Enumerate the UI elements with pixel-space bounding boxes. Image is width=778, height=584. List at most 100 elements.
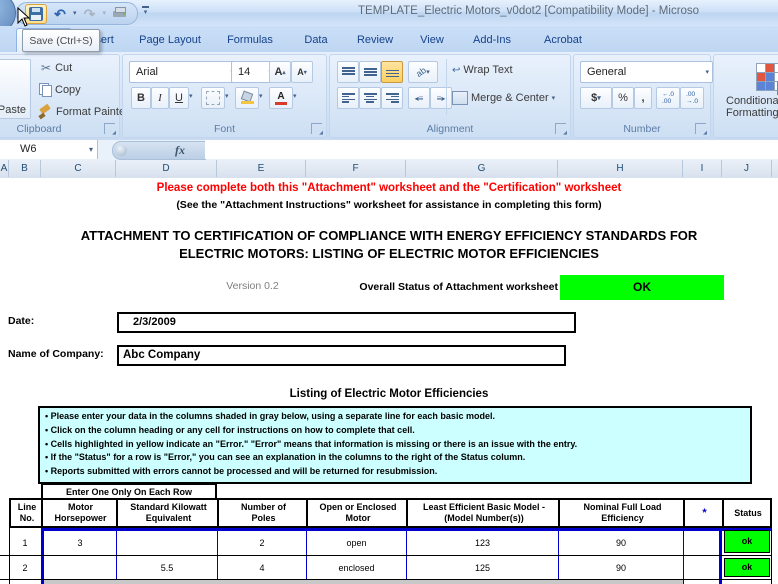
header-basic-model[interactable]: Least Efficient Basic Model - (Model Num… [408, 500, 560, 526]
header-motor-horsepower[interactable]: Motor Horsepower [43, 500, 118, 526]
number-dialog-launcher[interactable] [695, 123, 706, 134]
column-header-H[interactable]: H [558, 160, 683, 177]
cell-efficiency[interactable]: 90 [559, 538, 683, 548]
font-color-button[interactable]: A [269, 87, 293, 109]
column-header-A[interactable]: A [0, 160, 9, 177]
print-button[interactable] [109, 5, 129, 23]
shrink-font-button[interactable]: A▾ [291, 61, 313, 83]
increase-decimal-button[interactable]: ←.0 .00 [656, 87, 680, 109]
underline-button[interactable]: U [169, 87, 189, 109]
alignment-dialog-launcher[interactable] [555, 123, 566, 134]
wrap-text-button[interactable]: ↩ Wrap Text [452, 64, 513, 76]
header-nominal-efficiency[interactable]: Nominal Full Load Efficiency [560, 500, 685, 526]
fill-color-button[interactable] [235, 87, 259, 109]
decrease-indent-button[interactable]: ◂≡ [408, 87, 430, 109]
tab-data[interactable]: Data [292, 28, 340, 52]
status-cell[interactable]: ok [724, 530, 770, 553]
status-cell[interactable]: ok [724, 558, 770, 577]
column-header-F[interactable]: F [306, 160, 406, 177]
header-number-of-poles[interactable]: Number of Poles [219, 500, 308, 526]
align-right-button[interactable] [381, 87, 403, 109]
cell-open-enclosed[interactable]: enclosed [307, 563, 406, 573]
clipboard-dialog-launcher[interactable] [104, 123, 115, 134]
undo-dropdown[interactable]: ▾ [73, 10, 77, 17]
redo-button[interactable]: ↷ [80, 5, 100, 23]
column-header-G[interactable]: G [406, 160, 558, 177]
tab-page-layout[interactable]: Page Layout [130, 28, 210, 52]
borders-dropdown[interactable]: ▾ [225, 93, 229, 100]
qat-customize-button[interactable]: ▾ [142, 6, 149, 16]
align-top-button[interactable] [337, 61, 359, 83]
column-header-B[interactable]: B [9, 160, 41, 177]
font-color-dropdown[interactable]: ▾ [293, 93, 297, 100]
font-dialog-launcher[interactable] [311, 123, 322, 134]
align-center-icon [364, 93, 377, 103]
tab-view[interactable]: View [410, 28, 454, 52]
column-header-E[interactable]: E [217, 160, 306, 177]
cut-button[interactable]: ✂ Cut [41, 61, 72, 75]
group-number: General ▾ $ ▾ % , ←.0 .00 .00 →.0 Number [573, 54, 711, 138]
increase-indent-button[interactable]: ≡▸ [430, 87, 452, 109]
underline-dropdown[interactable]: ▾ [189, 93, 193, 100]
cell-poles[interactable]: 4 [218, 563, 306, 573]
tab-add-ins[interactable]: Add-Ins [462, 28, 522, 52]
paste-button[interactable]: Paste [0, 59, 31, 119]
number-group-label: Number [574, 123, 710, 135]
column-header-J[interactable]: J [722, 160, 772, 177]
date-label: Date: [8, 315, 34, 327]
align-center-button[interactable] [359, 87, 381, 109]
orientation-button[interactable]: ab ▾ [408, 61, 438, 83]
group-styles: ⋜ Conditional Formatting [713, 54, 778, 138]
percent-button[interactable]: % [612, 87, 634, 109]
fill-color-dropdown[interactable]: ▾ [259, 93, 263, 100]
cell-poles[interactable]: 2 [218, 538, 306, 548]
date-input-cell[interactable]: 2/3/2009 [117, 312, 576, 333]
undo-button[interactable]: ↶ [50, 5, 70, 23]
cut-label: Cut [55, 62, 72, 74]
redo-dropdown[interactable]: ▾ [103, 10, 107, 17]
column-header-I[interactable]: I [683, 160, 722, 177]
header-open-enclosed[interactable]: Open or Enclosed Motor [308, 500, 408, 526]
formula-input[interactable] [205, 140, 778, 159]
align-right-icon [386, 93, 399, 103]
cell-model[interactable]: 123 [407, 538, 558, 548]
cell-efficiency[interactable]: 90 [559, 563, 683, 573]
tab-review[interactable]: Review [348, 28, 402, 52]
name-box[interactable]: W6 ▾ [0, 140, 98, 159]
conditional-formatting-button[interactable]: ⋜ Conditional Formatting [726, 59, 778, 119]
grow-font-button[interactable]: A▴ [269, 61, 291, 83]
align-left-button[interactable] [337, 87, 359, 109]
currency-button[interactable]: $ ▾ [580, 87, 612, 109]
name-box-value: W6 [20, 143, 37, 155]
header-status[interactable]: Status [724, 500, 772, 526]
header-standard-kilowatt[interactable]: Standard Kilowatt Equivalent [118, 500, 219, 526]
font-family-combo[interactable]: Arial ▾ [129, 61, 238, 83]
empty-entry-row[interactable] [44, 580, 683, 584]
tab-formulas[interactable]: Formulas [218, 28, 282, 52]
font-family-value: Arial [136, 66, 158, 78]
number-format-combo[interactable]: General ▾ [580, 61, 713, 83]
cell-kilowatt[interactable]: 5.5 [117, 563, 217, 573]
merge-center-button[interactable]: Merge & Center ▾ [452, 91, 555, 105]
align-bottom-button[interactable] [381, 61, 403, 83]
tab-acrobat[interactable]: Acrobat [532, 28, 594, 52]
wrap-text-icon: ↩ [452, 65, 460, 76]
copy-button[interactable]: Copy [39, 83, 81, 96]
borders-button[interactable] [201, 87, 225, 109]
insert-function-area[interactable]: fx [112, 141, 206, 160]
column-header-D[interactable]: D [116, 160, 217, 177]
align-middle-button[interactable] [359, 61, 381, 83]
comma-button[interactable]: , [634, 87, 652, 109]
cell-horsepower[interactable]: 3 [44, 538, 116, 548]
cell-open-enclosed[interactable]: open [307, 538, 406, 548]
italic-button[interactable]: I [151, 87, 169, 109]
company-input-cell[interactable]: Abc Company [117, 345, 566, 366]
header-asterisk[interactable]: * [685, 500, 724, 526]
company-label: Name of Company: [8, 348, 104, 360]
column-header-C[interactable]: C [41, 160, 116, 177]
header-line-no[interactable]: Line No. [11, 500, 43, 526]
bold-button[interactable]: B [131, 87, 151, 109]
decrease-decimal-button[interactable]: .00 →.0 [680, 87, 704, 109]
format-painter-button[interactable]: Format Painter [39, 105, 129, 118]
cell-model[interactable]: 125 [407, 563, 558, 573]
